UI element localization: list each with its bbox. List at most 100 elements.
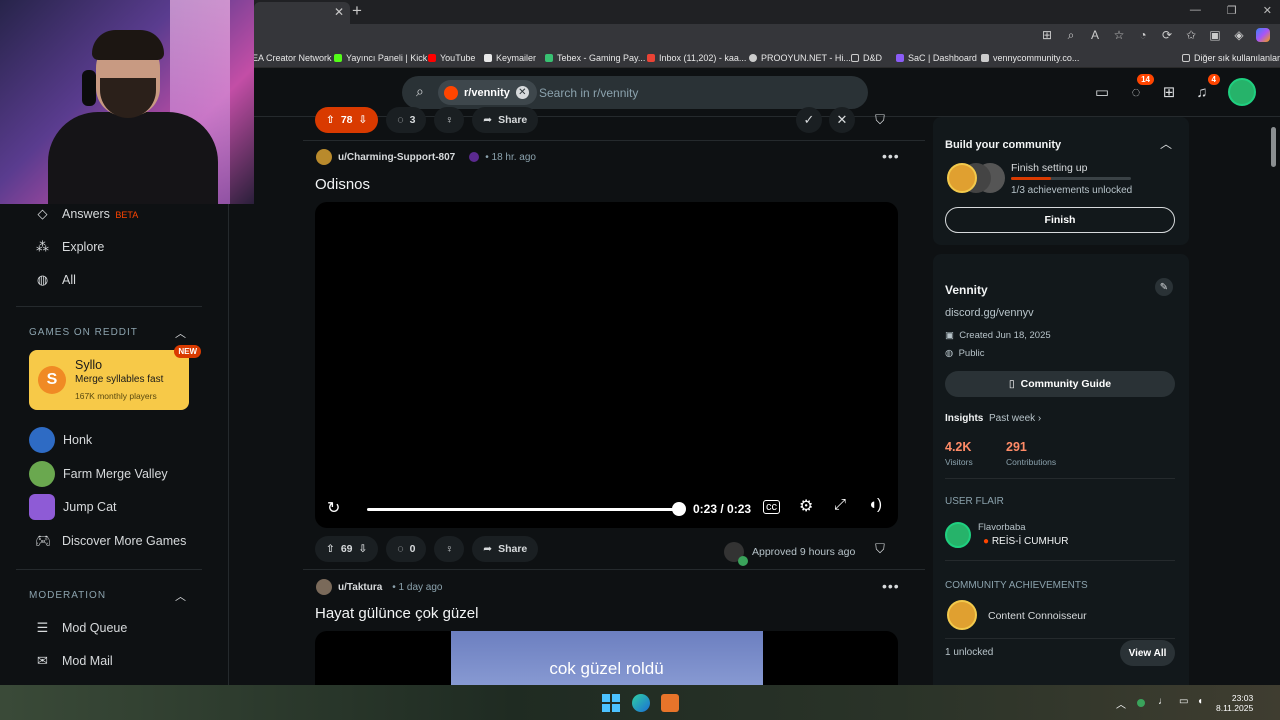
speaker-icon[interactable]: ◖ (1197, 696, 1203, 707)
bookmark-item[interactable]: Inbox (11,202) - kaa... (647, 53, 746, 63)
tray-app-icon[interactable] (1137, 699, 1145, 707)
search-input[interactable]: Search in r/vennity (539, 86, 638, 100)
edge-browser-icon[interactable] (632, 694, 650, 712)
flair-text[interactable]: ● REİS-İ CUMHUR (983, 536, 1069, 547)
bookmark-item[interactable]: D&D (851, 53, 882, 63)
upvote-icon[interactable]: ⇧ (326, 543, 335, 555)
bookmark-item[interactable]: PROOYUN.NET - Hi... (749, 53, 851, 63)
tray-chevron-icon[interactable]: ︿ (1116, 696, 1126, 711)
chevron-up-icon[interactable]: ︿ (175, 325, 187, 341)
flair-avatar[interactable] (945, 522, 971, 548)
view-all-button[interactable]: View All (1120, 640, 1175, 666)
replay-icon[interactable]: ↻ (327, 498, 340, 518)
edit-icon[interactable]: ✎ (1155, 278, 1173, 296)
post-author[interactable]: u/Charming-Support-807 (338, 152, 455, 163)
ads-icon[interactable]: ▭ (1088, 78, 1116, 106)
sidebar-item-answers[interactable]: ◇ Answers BETA (35, 206, 139, 222)
award-button[interactable]: ♀ (434, 107, 465, 133)
favorite-star-icon[interactable]: ☆ (1112, 28, 1126, 43)
bookmark-item[interactable]: vennycommunity.co... (981, 53, 1079, 63)
browser-tab[interactable]: ✕ (254, 2, 350, 24)
sidebar-item-all[interactable]: ◍ All (35, 272, 76, 288)
post-options-icon[interactable]: ••• (882, 578, 900, 594)
downvote-icon[interactable]: ⇩ (359, 114, 368, 126)
microphone-icon[interactable]: ♩ (1158, 696, 1168, 707)
read-aloud-icon[interactable]: A (1088, 28, 1102, 43)
post-title[interactable]: Hayat gülünce çok güzel (315, 605, 478, 622)
volume-icon[interactable]: ◖) (868, 496, 882, 513)
game-item-honk[interactable]: Honk (29, 427, 92, 453)
author-avatar[interactable] (316, 149, 332, 165)
game-item-jump-cat[interactable]: Jump Cat (29, 494, 117, 520)
refresh-extension-icon[interactable]: ⟳ (1160, 28, 1174, 43)
remove-chip-icon[interactable]: ✕ (515, 86, 529, 99)
game-item-farm-merge-valley[interactable]: Farm Merge Valley (29, 461, 168, 487)
chevron-up-icon[interactable]: ︿ (1160, 135, 1172, 152)
vote-pill[interactable]: ⇧ 69 ⇩ (315, 536, 379, 562)
sidebar-item-mod-mail[interactable]: ✉ Mod Mail (35, 653, 113, 669)
remove-icon[interactable]: ✕ (829, 107, 855, 133)
insights-range[interactable]: Past week › (989, 413, 1041, 424)
share-button[interactable]: ➦ Share (472, 107, 539, 133)
restore-icon[interactable]: ❐ (1227, 4, 1237, 17)
user-avatar[interactable] (1228, 78, 1256, 106)
page-scrollbar[interactable] (1268, 117, 1280, 685)
downvote-icon[interactable]: ⇩ (359, 543, 368, 555)
wallet-icon[interactable]: ▣ (1208, 28, 1222, 43)
bookmark-item[interactable]: Keymailer (484, 53, 536, 63)
approve-icon[interactable]: ✓ (796, 107, 822, 133)
windows-start-icon[interactable] (602, 694, 620, 712)
mod-shield-icon[interactable]: ⛉ (867, 536, 893, 562)
bookmark-item[interactable]: YouTube (428, 53, 475, 63)
favorites-icon[interactable]: ✩ (1184, 28, 1198, 43)
video-progress-track[interactable] (367, 508, 679, 511)
post-options-icon[interactable]: ••• (882, 148, 900, 164)
games-section-header[interactable]: GAMES ON REDDIT ︿ (29, 327, 186, 340)
fullscreen-icon[interactable]: ⤢ (834, 496, 846, 513)
other-bookmarks[interactable]: Diğer sık kullanılanlar (1182, 53, 1280, 63)
bookmark-item[interactable]: EA Creator Network (252, 53, 332, 63)
share-button[interactable]: ➦ Share (472, 536, 539, 562)
tab-close-icon[interactable]: ✕ (334, 5, 344, 19)
bookmark-item[interactable]: Yayıncı Paneli | Kick (334, 53, 427, 63)
app-taskbar-icon[interactable] (661, 694, 679, 712)
video-progress-handle[interactable] (672, 502, 686, 516)
community-guide-button[interactable]: ▯ Community Guide (945, 371, 1175, 397)
create-post-icon[interactable]: ⊞ (1155, 78, 1183, 106)
captions-icon[interactable]: cc (763, 500, 780, 514)
discover-games[interactable]: 🎮︎ Discover More Games (35, 533, 186, 549)
sidebar-item-mod-queue[interactable]: ☰ Mod Queue (35, 620, 128, 636)
network-icon[interactable]: ▭ (1179, 696, 1188, 707)
system-clock[interactable]: 23:03 8.11.2025 (1216, 693, 1253, 713)
mod-shield-icon[interactable]: ⛉ (867, 107, 893, 133)
bookmark-item[interactable]: SaC | Dashboard (896, 53, 977, 63)
notifications-icon[interactable]: ♫ 4 (1188, 74, 1220, 106)
new-tab-button[interactable]: + (352, 1, 362, 21)
chat-icon[interactable]: ◌ 14 (1122, 74, 1154, 106)
author-avatar[interactable] (316, 579, 332, 595)
upvote-icon[interactable]: ⇧ (326, 114, 335, 126)
post-title[interactable]: Odisnos (315, 176, 370, 193)
moderation-section-header[interactable]: MODERATION ︿ (29, 590, 186, 603)
scrollbar-thumb[interactable] (1271, 127, 1276, 167)
chevron-up-icon[interactable]: ︿ (175, 588, 187, 604)
vote-pill[interactable]: ⇧ 78 ⇩ (315, 107, 379, 133)
search-bar[interactable]: ⌕ r/vennity ✕ Search in r/vennity (402, 76, 868, 109)
comments-button[interactable]: ◌ 3 (386, 107, 427, 133)
zoom-icon[interactable]: ⌕ (1064, 28, 1078, 43)
bookmark-item[interactable]: Tebex - Gaming Pay... (545, 53, 645, 63)
comments-button[interactable]: ◌ 0 (386, 536, 427, 562)
close-window-icon[interactable]: ✕ (1263, 4, 1272, 17)
settings-gear-icon[interactable]: ⚙ (799, 496, 813, 516)
subreddit-chip[interactable]: r/vennity ✕ (438, 80, 537, 105)
minimize-icon[interactable]: — (1190, 4, 1201, 17)
copilot-icon[interactable] (1256, 28, 1270, 42)
video-player[interactable]: cok güzel roldü (315, 631, 898, 691)
sidebar-item-explore[interactable]: ⁂ Explore (35, 239, 104, 255)
finish-button[interactable]: Finish (945, 207, 1175, 233)
shield-extension-icon[interactable]: ◈ (1232, 28, 1246, 43)
video-player[interactable]: ↻ 0:23 / 0:23 cc ⚙ ⤢ ◖) (315, 202, 898, 528)
post-author[interactable]: u/Taktura (338, 582, 382, 593)
award-button[interactable]: ♀ (434, 536, 465, 562)
extension-icon[interactable]: ◔ (1136, 28, 1150, 43)
